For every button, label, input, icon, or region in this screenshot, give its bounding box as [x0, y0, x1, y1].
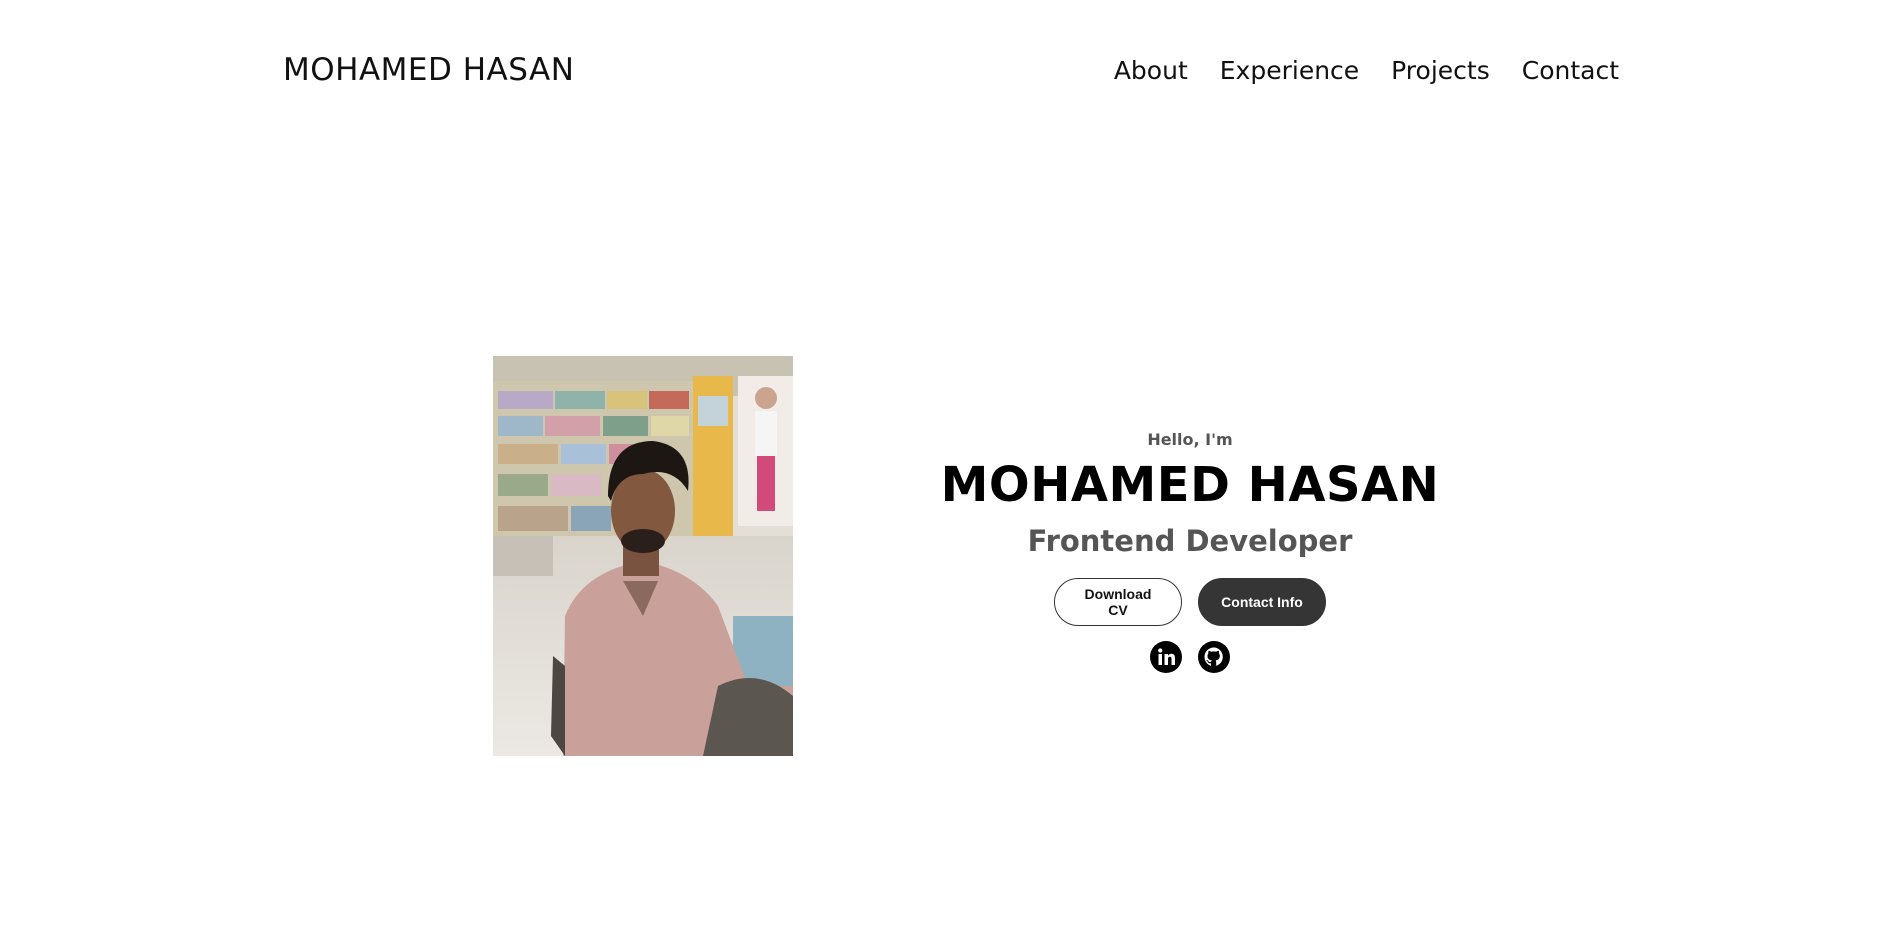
hero-role: Frontend Developer — [1027, 523, 1353, 558]
download-cv-button[interactable]: Download CV — [1054, 577, 1182, 626]
nav-link-experience[interactable]: Experience — [1220, 56, 1359, 85]
nav-links: About Experience Projects Contact — [1114, 56, 1619, 85]
navbar: MOHAMED HASAN About Experience Projects … — [0, 0, 1894, 150]
hero-buttons: Download CV Contact Info — [900, 577, 1480, 626]
linkedin-icon[interactable] — [1150, 640, 1182, 673]
github-icon[interactable] — [1198, 640, 1230, 673]
nav-link-about[interactable]: About — [1114, 56, 1188, 85]
profile-photo — [493, 356, 793, 756]
nav-link-contact[interactable]: Contact — [1522, 56, 1619, 85]
site-logo[interactable]: MOHAMED HASAN — [283, 52, 574, 88]
nav-link-projects[interactable]: Projects — [1391, 56, 1490, 85]
hero-name: MOHAMED HASAN — [940, 457, 1440, 513]
social-links — [900, 640, 1480, 673]
greeting-text: Hello, I'm — [1147, 430, 1233, 449]
hero-section: Hello, I'm MOHAMED HASAN Frontend Develo… — [900, 430, 1480, 673]
contact-info-button[interactable]: Contact Info — [1198, 577, 1326, 626]
